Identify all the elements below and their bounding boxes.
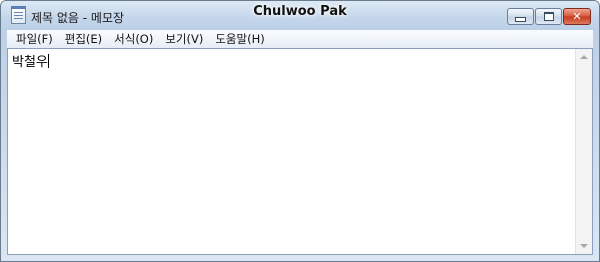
menu-help[interactable]: 도움말(H) bbox=[209, 30, 270, 48]
menu-view[interactable]: 보기(V) bbox=[159, 30, 209, 48]
menu-file[interactable]: 파일(F) bbox=[7, 30, 59, 48]
editor-text-area[interactable]: 박철우 bbox=[12, 51, 49, 70]
close-button[interactable]: ✕ bbox=[563, 8, 591, 25]
minimize-icon bbox=[515, 16, 526, 22]
maximize-button[interactable] bbox=[535, 8, 562, 25]
menu-edit[interactable]: 편집(E) bbox=[59, 30, 108, 48]
text-editor[interactable]: 박철우 bbox=[7, 48, 593, 255]
text-caret bbox=[47, 54, 49, 68]
menu-format[interactable]: 서식(O) bbox=[108, 30, 159, 48]
scroll-up-arrow-icon[interactable] bbox=[580, 55, 588, 59]
notepad-window: 제목 없음 - 메모장 Chulwoo Pak ✕ 파일(F) 편집(E) 서식… bbox=[0, 0, 600, 262]
menu-bar: 파일(F) 편집(E) 서식(O) 보기(V) 도움말(H) bbox=[7, 30, 593, 48]
editor-content: 박철우 bbox=[12, 55, 48, 70]
title-bar[interactable]: 제목 없음 - 메모장 Chulwoo Pak ✕ bbox=[1, 1, 599, 29]
vertical-scrollbar[interactable] bbox=[575, 49, 592, 254]
scroll-down-arrow-icon[interactable] bbox=[580, 244, 588, 248]
close-icon: ✕ bbox=[572, 10, 582, 23]
minimize-button[interactable] bbox=[507, 8, 534, 25]
maximize-icon bbox=[543, 12, 554, 21]
